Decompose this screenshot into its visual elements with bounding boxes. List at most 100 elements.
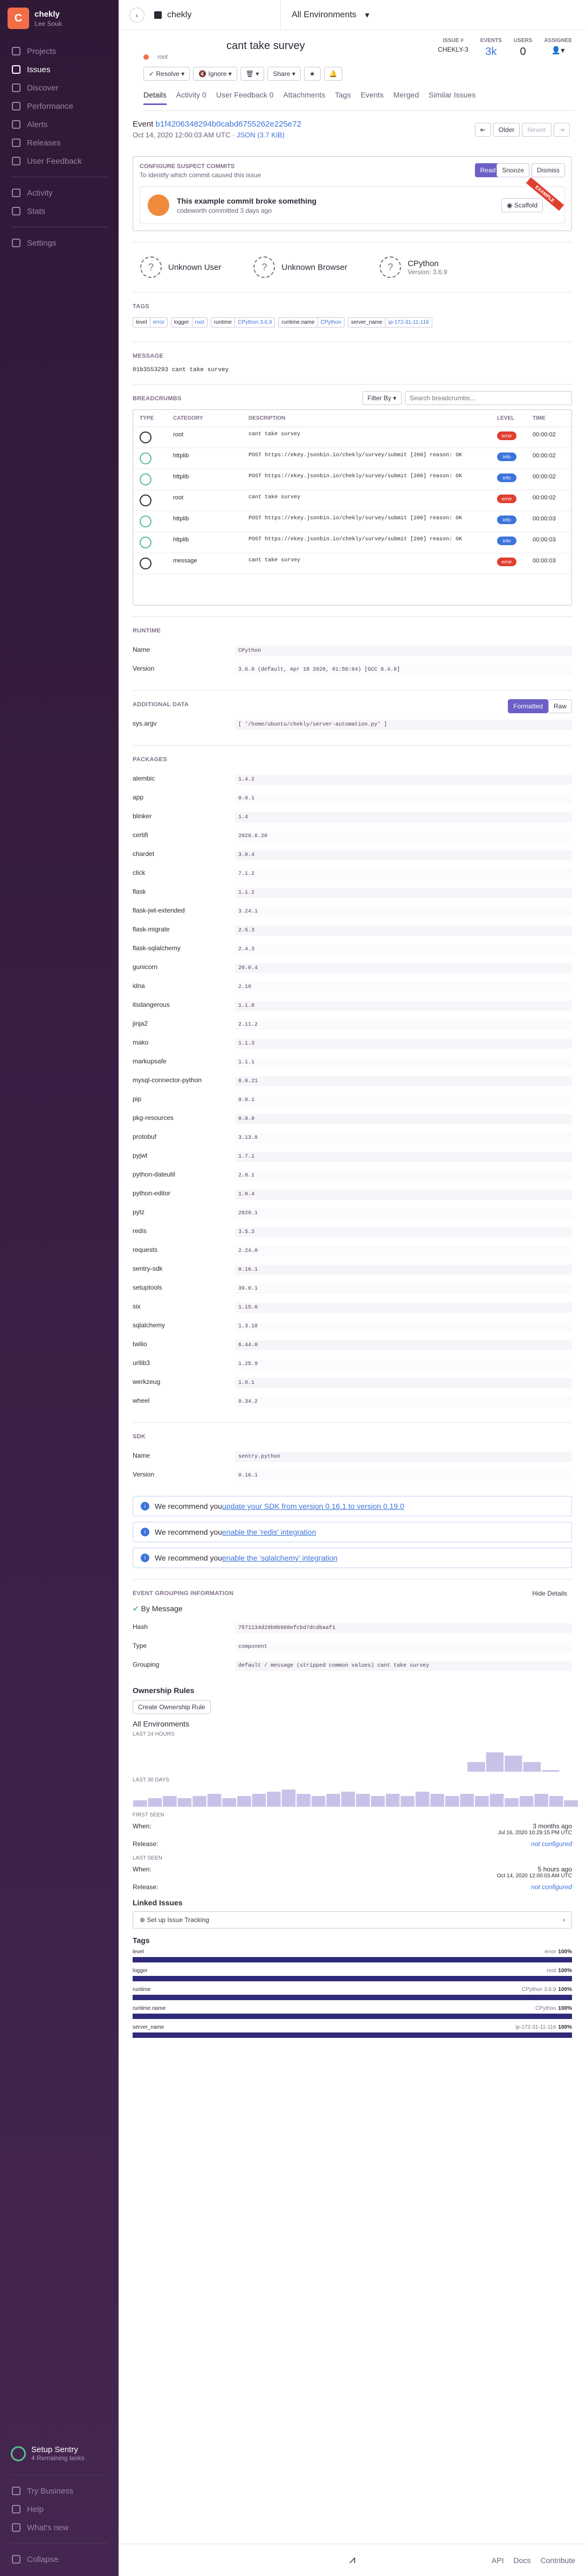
sidebar-item-settings[interactable]: Settings — [0, 234, 119, 252]
tag-bar[interactable]: level error 100% — [133, 1949, 572, 1962]
assignee-selector[interactable]: 👤▾ — [544, 46, 572, 55]
plus-icon: ⊕ — [140, 1916, 146, 1924]
issue-id[interactable]: CHEKLY-3 — [438, 46, 468, 53]
kv-key: wheel — [133, 1397, 150, 1404]
recommendation-link[interactable]: enable the 'redis' integration — [222, 1528, 316, 1536]
tag-bar-fill — [133, 1976, 572, 1981]
sidebar-item-try-business[interactable]: Try Business — [0, 2482, 119, 2500]
setup-sentry[interactable]: Setup Sentry 4 Remaining tasks — [0, 2439, 119, 2468]
tab-user-feedback[interactable]: User Feedback 0 — [216, 90, 274, 105]
dismiss-button[interactable]: Dismiss — [532, 163, 565, 177]
tab-activity[interactable]: Activity 0 — [176, 90, 206, 105]
tab-attachments[interactable]: Attachments — [283, 90, 325, 105]
tag-pill[interactable]: level error — [133, 317, 168, 328]
snooze-button[interactable]: Snooze — [497, 163, 529, 177]
sidebar-item-releases[interactable]: Releases — [0, 134, 119, 152]
delete-button[interactable]: 🗑 ▾ — [240, 67, 265, 81]
sidebar-item-whats-new[interactable]: What's new — [0, 2518, 119, 2537]
tab-tags[interactable]: Tags — [335, 90, 351, 105]
raw-toggle[interactable]: Raw — [548, 699, 572, 713]
older-button[interactable]: Older — [493, 123, 520, 137]
kv-value: 1.7.1 — [235, 1152, 572, 1162]
sidebar-item-projects[interactable]: Projects — [0, 42, 119, 60]
issue-tracking-button[interactable]: ⊕ Set up Issue Tracking › — [133, 1911, 572, 1928]
kv-key: flask-sqlalchemy — [133, 944, 181, 952]
filter-dropdown[interactable]: Filter By ▾ — [362, 391, 402, 405]
recommendation-link[interactable]: update your SDK from version 0.16.1 to v… — [222, 1502, 404, 1510]
bookmark-button[interactable]: ★ — [304, 67, 321, 81]
kv-value: CPython — [235, 646, 572, 656]
formatted-toggle[interactable]: Formatted — [508, 699, 548, 713]
tab-similar-issues[interactable]: Similar Issues — [429, 90, 475, 105]
users-count[interactable]: 0 — [514, 46, 532, 58]
sidebar-item-label: User Feedback — [27, 156, 82, 166]
culprit-text: root — [157, 54, 168, 60]
project-selector[interactable]: chekly — [154, 10, 191, 20]
tag-pill[interactable]: runtime CPython 3.6.9 — [210, 317, 275, 328]
runtime-table: Name CPython Version 3.6.9 (default, Apr 18… — [133, 642, 572, 679]
kv-value: 2020.1 — [235, 1208, 572, 1219]
sentry-logo-icon: ⩘ — [349, 2554, 356, 2566]
kv-row: sqlalchemy 1.3.18 — [133, 1317, 572, 1336]
chart-bar — [133, 1800, 147, 1807]
newer-button[interactable]: Newer — [522, 123, 551, 137]
sidebar-item-help[interactable]: Help — [0, 2500, 119, 2518]
alerts-icon — [12, 120, 20, 129]
sidebar-item-issues[interactable]: Issues — [0, 60, 119, 79]
kv-value: 2.11.2 — [235, 1020, 572, 1030]
section-heading: MESSAGE — [133, 353, 164, 359]
tag-bar[interactable]: runtime.name CPython 100% — [133, 2006, 572, 2019]
tag-pill[interactable]: logger root — [170, 317, 208, 328]
sidebar-item-user-feedback[interactable]: User Feedback — [0, 152, 119, 170]
subscribe-button[interactable]: 🔔 — [323, 67, 343, 81]
recommendation-link[interactable]: enable the 'sqlalchemy' integration — [222, 1554, 337, 1562]
hide-details-button[interactable]: Hide Details — [527, 1587, 572, 1600]
breadcrumbs-rows[interactable]: root cant take survey error 00:00:02 httplib… — [133, 427, 571, 605]
event-id-link[interactable]: b1f4206348294b0cabd6755262e225e72 — [156, 120, 301, 129]
sidebar-item-stats[interactable]: Stats — [0, 202, 119, 220]
tag-bar[interactable]: server_name ip-172-31-11-116 100% — [133, 2024, 572, 2038]
first-event-button[interactable]: ⇤ — [474, 123, 491, 137]
tag-pill[interactable]: runtime.name CPython — [278, 317, 344, 328]
commit-title: This example commit broke something — [177, 196, 317, 205]
api-link[interactable]: API — [492, 2556, 504, 2565]
docs-link[interactable]: Docs — [514, 2556, 531, 2565]
breadcrumb-search-input[interactable] — [405, 391, 572, 405]
share-button[interactable]: Share ▾ — [267, 67, 301, 81]
chart-bar — [490, 1794, 504, 1807]
tag-pill[interactable]: server_name ip-172-31-11-116 — [347, 317, 432, 328]
tag-bar[interactable]: runtime CPython 3.6.9 100% — [133, 1987, 572, 2000]
event-json-link[interactable]: JSON (3.7 KiB) — [237, 131, 285, 139]
sidebar-item-label: Releases — [27, 138, 61, 148]
release-value[interactable]: not configured — [531, 1883, 572, 1891]
resolve-button[interactable]: ✓ Resolve ▾ — [143, 67, 190, 81]
tab-merged[interactable]: Merged — [394, 90, 419, 105]
last-event-button[interactable]: ⇥ — [553, 123, 570, 137]
release-value[interactable]: not configured — [531, 1840, 572, 1848]
github-icon: ◉ — [507, 201, 513, 209]
tag-bar[interactable]: logger root 100% — [133, 1968, 572, 1981]
breadcrumb-category: httplib — [173, 516, 189, 522]
contribute-link[interactable]: Contribute — [540, 2556, 575, 2565]
org-switcher[interactable]: C chekly Lee Souk — [0, 0, 119, 37]
sidebar-item-collapse[interactable]: Collapse — [0, 2550, 119, 2568]
sidebar-item-discover[interactable]: Discover — [0, 79, 119, 97]
ignore-button[interactable]: 🔇 Ignore ▾ — [193, 67, 237, 81]
tag-value: CPython — [320, 319, 341, 325]
sidebar-item-performance[interactable]: Performance — [0, 97, 119, 115]
last-30-days-chart[interactable] — [133, 1785, 578, 1807]
back-button[interactable]: ‹ — [129, 7, 144, 23]
last-24-hours-chart[interactable] — [133, 1739, 578, 1772]
tab-events[interactable]: Events — [361, 90, 384, 105]
divider — [133, 1422, 572, 1423]
environment-selector[interactable]: All Environments ▾ — [280, 0, 369, 30]
sidebar-item-activity[interactable]: Activity — [0, 184, 119, 202]
create-ownership-rule-button[interactable]: Create Ownership Rule — [133, 1700, 211, 1714]
kv-value: 1.15.0 — [235, 1303, 572, 1313]
chart-bar — [237, 1796, 251, 1807]
events-count[interactable]: 3k — [480, 46, 502, 58]
tab-details[interactable]: Details — [143, 90, 167, 105]
sidebar-item-alerts[interactable]: Alerts — [0, 115, 119, 134]
scaffold-button[interactable]: ◉ Scaffold — [501, 198, 543, 212]
sdk-table: Name sentry.python Version 0.16.1 — [133, 1447, 572, 1485]
